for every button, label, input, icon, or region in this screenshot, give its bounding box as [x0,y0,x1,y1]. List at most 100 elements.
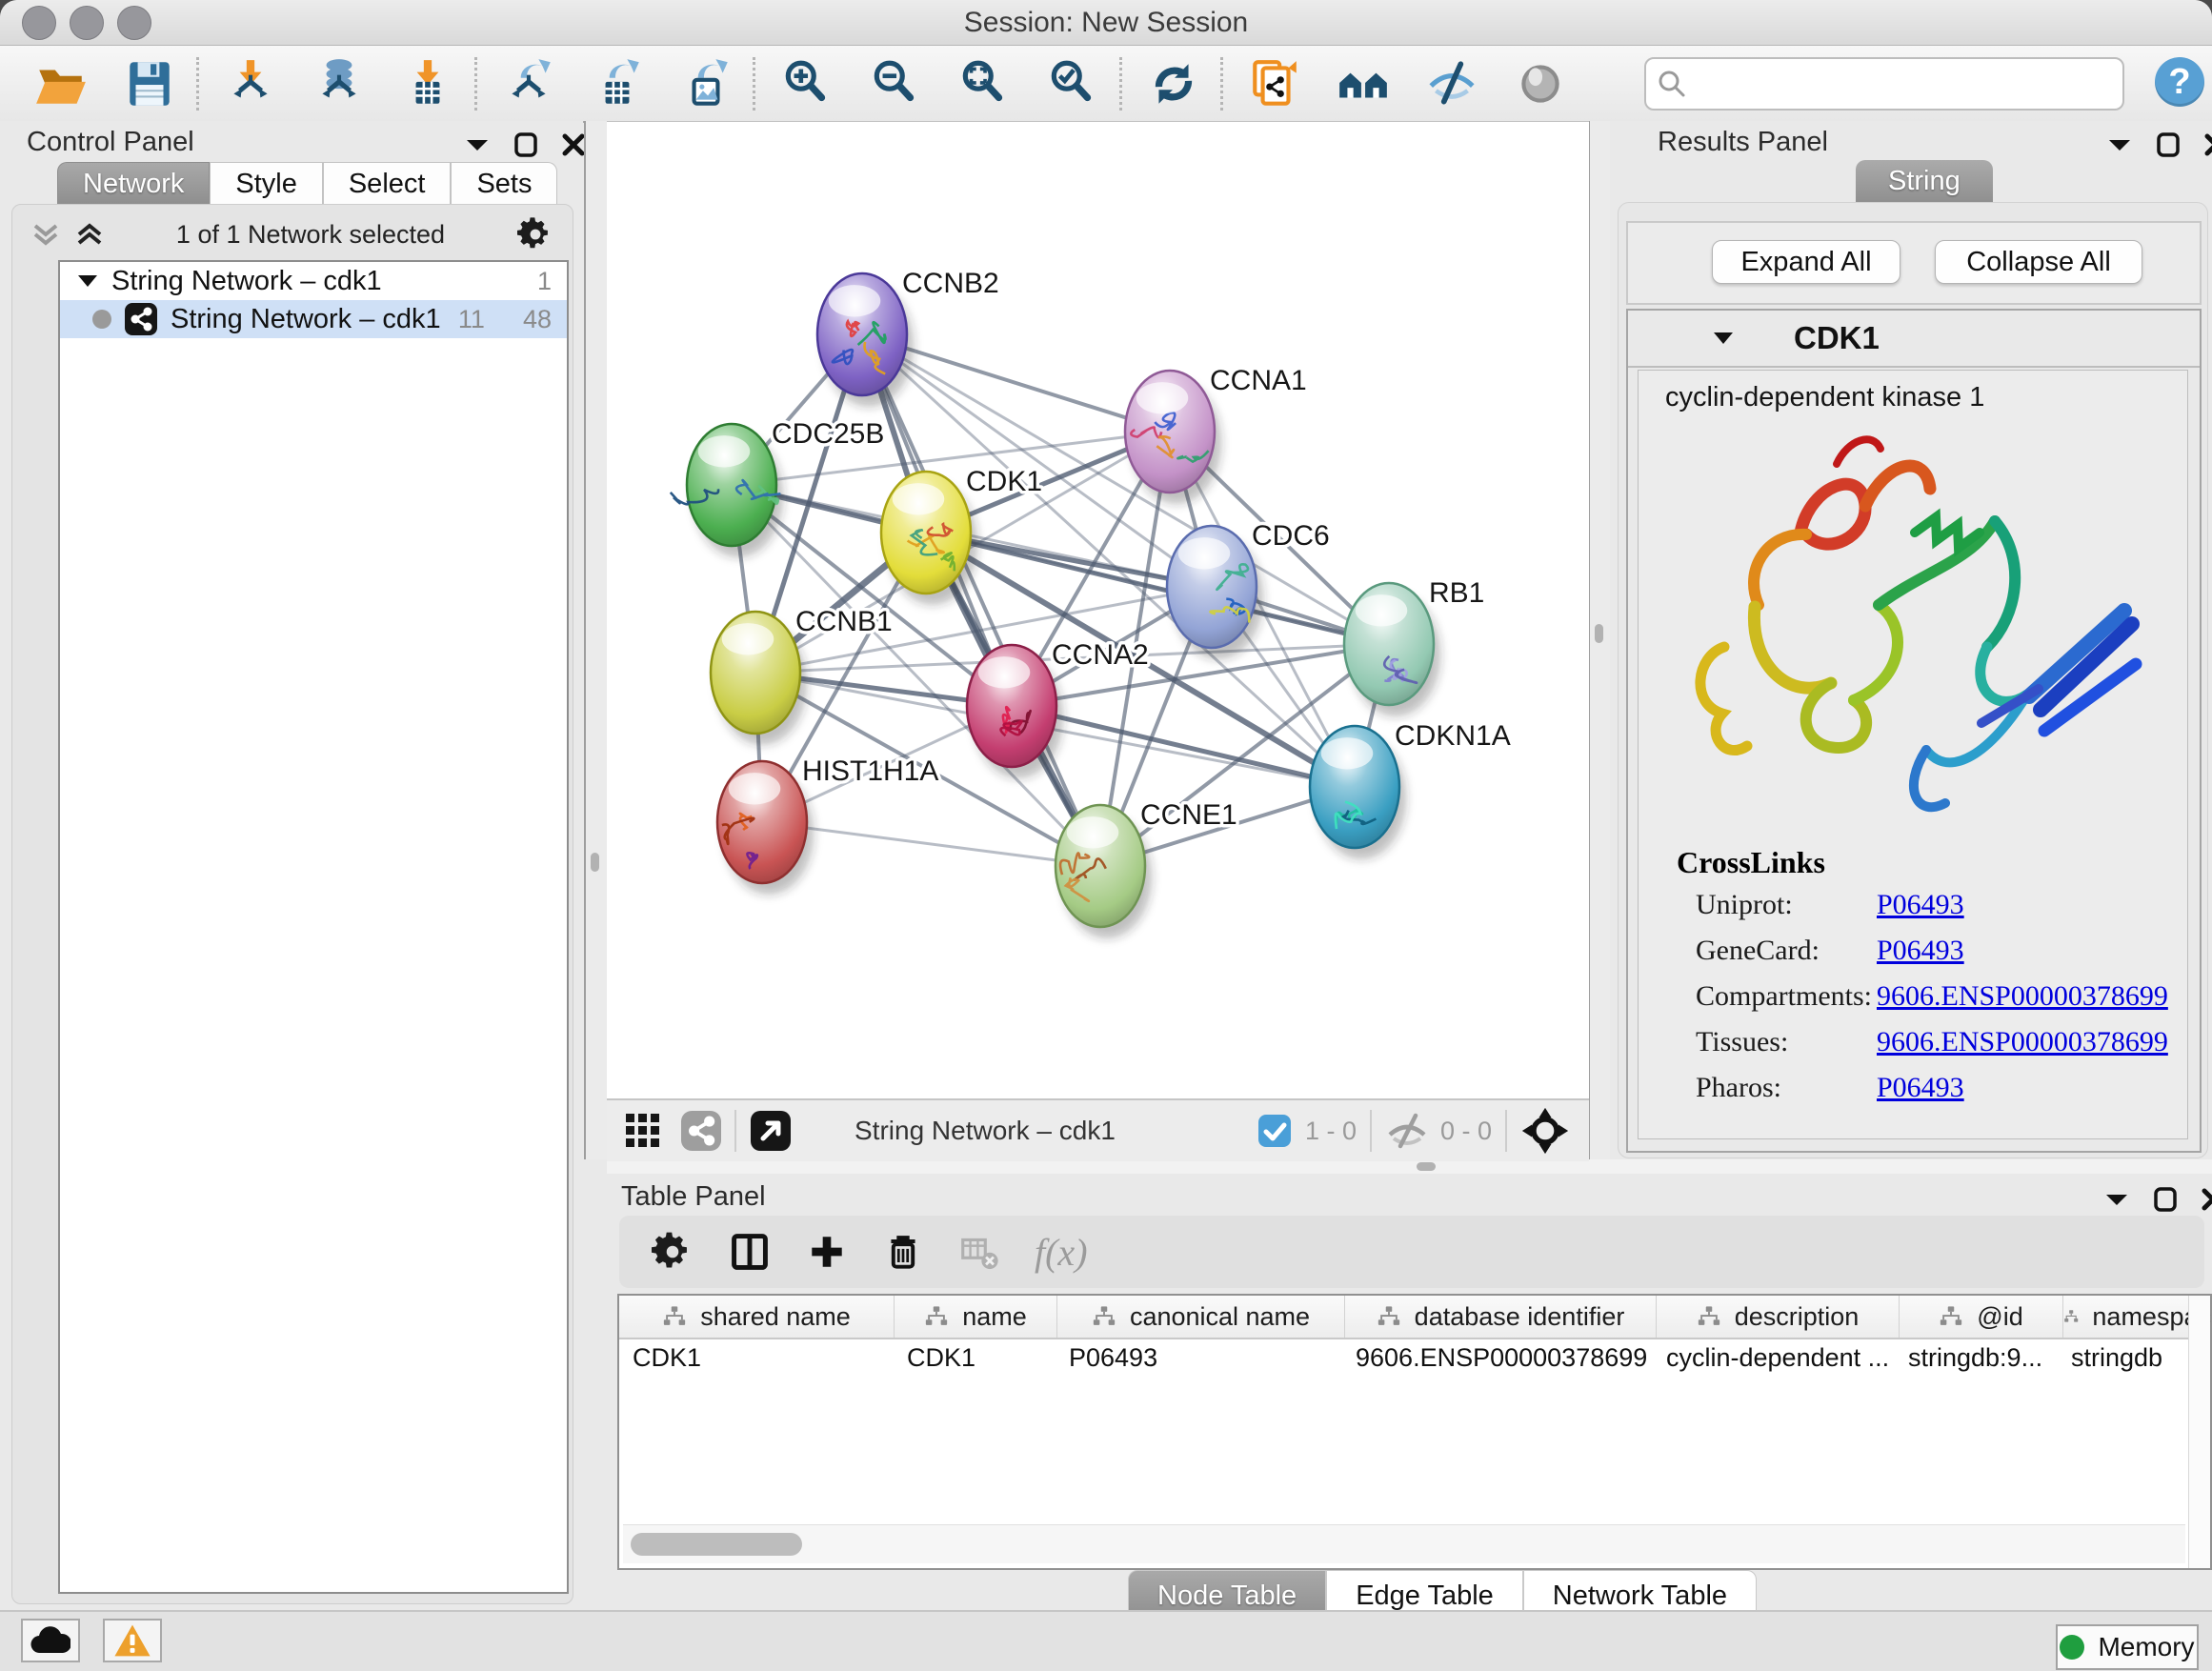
entry-expander-icon[interactable] [1712,329,1735,348]
crosslink-link[interactable]: P06493 [1877,889,1964,921]
network-node-CCNA2[interactable] [967,645,1056,767]
panel-close-icon[interactable] [2202,1188,2212,1211]
warning-status-button[interactable] [103,1619,162,1662]
panel-close-icon[interactable] [562,133,585,156]
tab-network[interactable]: Network [57,162,210,205]
table-cell[interactable]: stringdb:9... [1895,1338,2058,1378]
collapse-all-button[interactable]: Collapse All [1935,240,2142,284]
network-row[interactable]: String Network – cdk1 11 48 [60,300,567,338]
network-node-CCNE1[interactable] [1056,805,1145,927]
table-cell[interactable]: CDK1 [894,1338,1056,1378]
expand-all-networks-icon[interactable] [75,220,104,249]
tab-sets[interactable]: Sets [451,162,557,205]
import-network-file-icon[interactable] [220,53,281,114]
show-all-icon[interactable] [1510,53,1571,114]
import-table-file-icon[interactable] [397,53,458,114]
table-column-header[interactable]: shared namenamecanonical namedatabase id… [619,1296,2210,1339]
zoom-in-icon[interactable] [776,53,837,114]
panel-close-icon[interactable] [2204,133,2212,156]
network-node-CDKN1A[interactable] [1310,726,1399,848]
table-row[interactable]: CDK1CDK1P064939606.ENSP00000378699cyclin… [619,1338,2210,1378]
import-network-database-icon[interactable] [309,53,370,114]
delete-table-icon[interactable] [958,1231,1000,1273]
expand-all-button[interactable]: Expand All [1712,240,1900,284]
birdseye-grid-icon[interactable] [624,1112,662,1150]
left-splitter[interactable] [584,121,608,1159]
panel-float-icon[interactable] [2154,1187,2177,1212]
column-header-database-identifier[interactable]: database identifier [1345,1296,1657,1338]
table-settings-icon[interactable] [652,1231,694,1273]
column-header-description[interactable]: description [1657,1296,1900,1338]
column-header-canonical-name[interactable]: canonical name [1057,1296,1345,1338]
column-header--id[interactable]: @id [1900,1296,2063,1338]
splitter-grip[interactable] [1595,624,1603,643]
network-node-CCNA1[interactable] [1125,371,1215,493]
network-node-RB1[interactable] [1344,583,1434,705]
panel-float-icon[interactable] [2157,132,2180,157]
table-cell[interactable]: CDK1 [619,1338,894,1378]
network-node-HIST1H1A[interactable] [717,761,807,883]
gene-entry-header[interactable]: CDK1 [1628,311,2200,368]
save-session-icon[interactable] [119,53,180,114]
search-box[interactable] [1644,57,2124,111]
network-from-selection-icon[interactable] [1244,53,1305,114]
memory-button[interactable]: Memory [2056,1624,2199,1670]
network-overview-icon[interactable] [681,1111,721,1151]
tree-expander-icon[interactable] [77,272,98,290]
help-button[interactable]: ? [2155,57,2204,107]
table-cell[interactable]: 9606.ENSP00000378699 [1342,1338,1653,1378]
cloud-status-button[interactable] [21,1619,80,1662]
tab-select[interactable]: Select [323,162,452,205]
network-canvas[interactable]: CCNB2CCNA1CDC25BCDK1CDC6RB1CCNB1CCNA2CDK… [607,121,1589,1099]
open-session-icon[interactable] [30,53,91,114]
horizontal-splitter[interactable] [607,1159,2212,1174]
crosslink-link[interactable]: P06493 [1877,1072,1964,1104]
first-neighbors-icon[interactable] [1333,53,1394,114]
show-columns-icon[interactable] [728,1230,772,1274]
panel-collapse-icon[interactable] [465,134,490,155]
network-node-CDK1[interactable] [881,472,971,594]
splitter-grip[interactable] [591,853,599,872]
export-image-icon[interactable] [675,53,736,114]
network-node-CCNB1[interactable] [711,612,800,734]
crosslink-link[interactable]: 9606.ENSP00000378699 [1877,980,2168,1013]
function-builder-icon[interactable]: f(x) [1035,1230,1088,1275]
open-in-window-icon[interactable] [750,1110,792,1152]
splitter-grip[interactable] [1417,1162,1436,1171]
scrollbar-thumb[interactable] [631,1533,802,1556]
selected-counts: 1 - 0 [1305,1117,1357,1146]
network-node-CDC25B[interactable] [671,424,781,546]
panel-float-icon[interactable] [514,132,537,157]
horizontal-scrollbar[interactable] [623,1524,2185,1563]
crosslink-link[interactable]: P06493 [1877,935,1964,967]
export-network-icon[interactable] [498,53,559,114]
table-cell[interactable]: P06493 [1056,1338,1342,1378]
selected-checkbox-icon[interactable] [1257,1114,1292,1148]
panel-collapse-icon[interactable] [2104,1189,2129,1210]
fit-selected-crosshair-icon[interactable] [1520,1106,1570,1156]
network-options-gear-icon[interactable] [517,216,553,252]
column-header-shared-name[interactable]: shared name [619,1296,895,1338]
refresh-view-icon[interactable] [1143,53,1204,114]
hide-selection-icon[interactable] [1421,53,1482,114]
tab-style[interactable]: Style [210,162,322,205]
panel-collapse-icon[interactable] [2107,134,2132,155]
zoom-out-icon[interactable] [865,53,926,114]
table-cell[interactable]: cyclin-dependent ... [1653,1338,1895,1378]
network-node-CDC6[interactable] [1167,526,1257,648]
zoom-fit-icon[interactable] [954,53,1015,114]
tab-string[interactable]: String [1856,160,1993,203]
add-column-icon[interactable] [806,1231,848,1273]
crosslink-link[interactable]: 9606.ENSP00000378699 [1877,1026,2168,1058]
delete-column-icon[interactable] [882,1231,924,1273]
right-splitter[interactable] [1588,121,1612,1159]
zoom-selected-icon[interactable] [1042,53,1103,114]
collapse-all-networks-icon[interactable] [31,220,60,249]
network-collection-row[interactable]: String Network – cdk1 1 [60,262,567,300]
hidden-eye-slash-icon[interactable] [1385,1112,1429,1150]
column-header-name[interactable]: name [895,1296,1057,1338]
vertical-scrollbar[interactable] [2188,1296,2210,1568]
export-table-icon[interactable] [587,53,648,114]
search-input[interactable] [1698,64,2122,104]
network-node-CCNB2[interactable] [817,273,907,395]
